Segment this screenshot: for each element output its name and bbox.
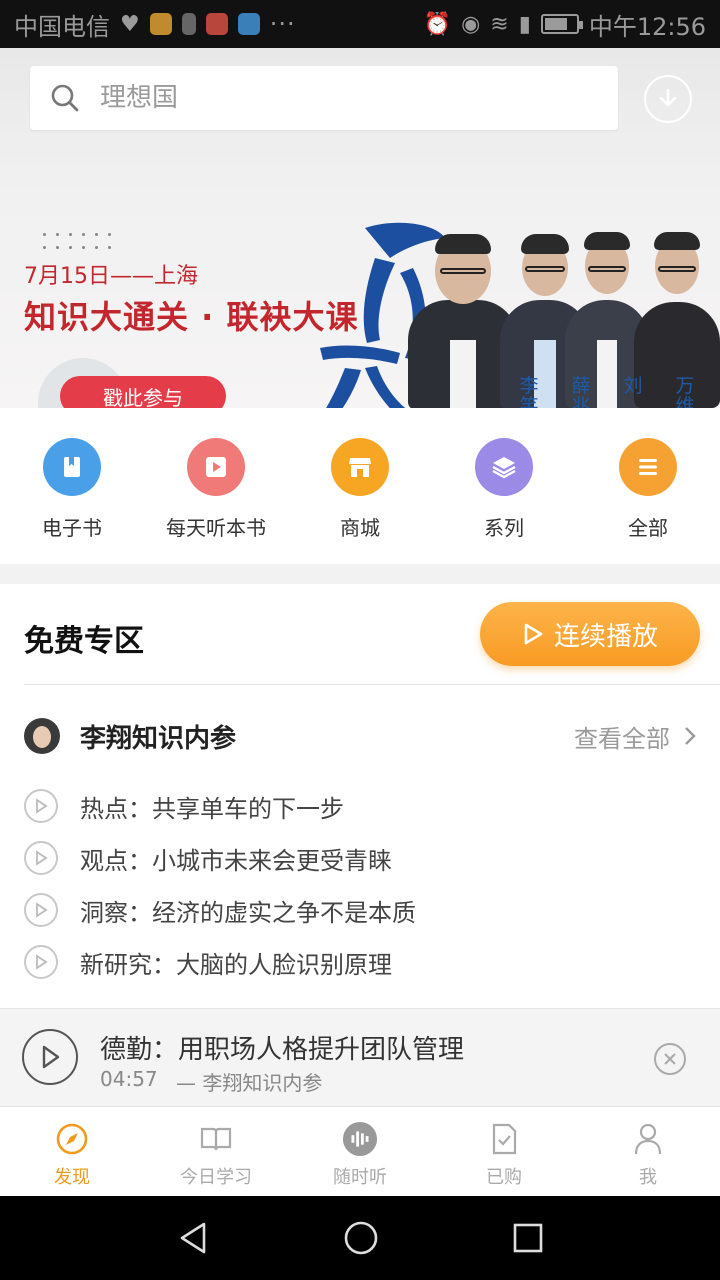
download-icon (659, 88, 677, 107)
ebook-icon (43, 438, 101, 496)
chevron-right-icon (685, 727, 696, 745)
tab-label: 发现 (54, 1167, 90, 1188)
purchased-icon (486, 1121, 522, 1157)
recents-icon[interactable] (512, 1222, 544, 1254)
app-screen: 中国电信 ♥ ··· ⏰ ◉ ≋ ▮ 中午12:56 理想国 7月15日——上海… (0, 0, 720, 1280)
tab-me[interactable]: 我 (576, 1107, 720, 1196)
heart-icon: ♥ (120, 11, 140, 37)
player-close-button[interactable] (654, 1043, 686, 1075)
episode-list: 热点：共享单车的下一步 观点：小城市未来会更受青睐 洞察：经济的虚实之争不是本质… (24, 780, 696, 988)
bottom-tab-bar: 发现 今日学习 随时听 已购 我 (0, 1106, 720, 1196)
alarm-icon: ⏰ (423, 11, 452, 37)
tab-label: 已购 (486, 1167, 522, 1188)
episode-title: 新研究：大脑的人脸识别原理 (80, 950, 392, 979)
player-play-button[interactable] (22, 1029, 78, 1085)
close-icon (664, 1053, 676, 1065)
see-all-label: 查看全部 (574, 724, 670, 753)
play-all-button[interactable]: 连续播放 (480, 602, 700, 666)
audio-wave-icon (342, 1121, 378, 1157)
category-audiobook[interactable]: 每天听本书 (144, 408, 288, 564)
notification-icon (149, 13, 172, 35)
play-circle-icon (24, 789, 58, 823)
category-label: 电子书 (42, 516, 102, 540)
home-icon[interactable] (343, 1220, 379, 1256)
banner-join-button[interactable]: 戳此参与 (60, 376, 226, 408)
store-icon (331, 438, 389, 496)
menu-icon (619, 438, 677, 496)
layers-icon (475, 438, 533, 496)
search-icon (51, 84, 79, 112)
now-playing-duration: 04:57 (100, 1067, 158, 1091)
profile-icon (630, 1121, 666, 1157)
tab-label: 今日学习 (180, 1167, 252, 1188)
speaker-name: 万 维 钢 (675, 375, 695, 408)
eye-icon: ◉ (461, 11, 481, 37)
mini-player[interactable]: 德勤：用职场人格提升团队管理 04:57 — 李翔知识内参 (0, 1008, 720, 1106)
more-notifications: ··· (269, 10, 296, 38)
episode-title: 观点：小城市未来会更受青睐 (80, 846, 392, 875)
speaker-name: 薛 兆 丰 (571, 375, 591, 408)
category-store[interactable]: 商城 (288, 408, 432, 564)
search-bar[interactable] (30, 66, 618, 130)
free-zone-section: 免费专区 连续播放 李翔知识内参 查看全部 热点：共享单车的下一步 观点：小城市… (0, 584, 720, 1010)
play-icon (42, 1045, 60, 1069)
play-circle-icon (24, 945, 58, 979)
column-name: 李翔知识内参 (80, 723, 237, 754)
play-circle-icon (24, 893, 58, 927)
header: 7月15日——上海 知识大通关 · 联袂大课 戳此参与 (0, 48, 720, 408)
tab-discover[interactable]: 发现 (0, 1107, 144, 1196)
category-label: 全部 (628, 516, 668, 540)
signal-icon: ▮ (518, 11, 531, 37)
episode-title: 热点：共享单车的下一步 (80, 794, 344, 823)
list-item[interactable]: 观点：小城市未来会更受青睐 (24, 832, 696, 884)
category-all[interactable]: 全部 (576, 408, 720, 564)
system-navigation-bar (0, 1196, 720, 1280)
carrier-label: 中国电信 (14, 12, 110, 41)
play-all-label: 连续播放 (553, 621, 658, 652)
notification-icon (237, 13, 260, 35)
wifi-icon: ≋ (490, 11, 509, 37)
play-circle-icon (24, 841, 58, 875)
speaker-name: 刘 润 (623, 375, 643, 397)
list-item[interactable]: 热点：共享单车的下一步 (24, 780, 696, 832)
category-label: 每天听本书 (166, 516, 266, 540)
play-icon (524, 623, 543, 645)
now-playing-title: 德勤：用职场人格提升团队管理 (100, 1035, 465, 1065)
avatar (24, 718, 60, 754)
column-header: 李翔知识内参 查看全部 (24, 714, 696, 758)
download-button[interactable] (644, 75, 692, 123)
list-item[interactable]: 洞察：经济的虚实之争不是本质 (24, 884, 696, 936)
notification-icon (205, 13, 228, 35)
category-series[interactable]: 系列 (432, 408, 576, 564)
section-separator (0, 564, 720, 584)
tab-label: 随时听 (333, 1167, 387, 1188)
compass-icon (54, 1121, 90, 1157)
clock: 中午12:56 (588, 12, 706, 41)
episode-title: 洞察：经济的虚实之争不是本质 (80, 898, 416, 927)
tab-listen[interactable]: 随时听 (288, 1107, 432, 1196)
now-playing-source: — 李翔知识内参 (176, 1071, 323, 1095)
speaker-name: 李 笑 来 (519, 375, 539, 408)
divider (24, 684, 720, 685)
back-icon[interactable] (176, 1220, 210, 1256)
tab-today-study[interactable]: 今日学习 (144, 1107, 288, 1196)
battery-icon (540, 14, 583, 34)
book-open-icon (198, 1121, 234, 1157)
see-all-link[interactable]: 查看全部 (574, 719, 696, 754)
list-item[interactable]: 新研究：大脑的人脸识别原理 (24, 936, 696, 988)
category-label: 系列 (484, 516, 524, 540)
section-title: 免费专区 (24, 624, 144, 659)
category-label: 商城 (340, 516, 380, 540)
tab-purchased[interactable]: 已购 (432, 1107, 576, 1196)
status-bar: 中国电信 ♥ ··· ⏰ ◉ ≋ ▮ 中午12:56 (0, 0, 720, 48)
audiobook-icon (187, 438, 245, 496)
category-shortcuts: 电子书 每天听本书 商城 系列 全部 (0, 408, 720, 564)
category-ebook[interactable]: 电子书 (0, 408, 144, 564)
promo-banner[interactable]: 7月15日——上海 知识大通关 · 联袂大课 戳此参与 李 笑 薛 兆 刘 万 … (0, 178, 720, 408)
banner-decoration (38, 228, 118, 254)
notification-icon (181, 13, 196, 35)
banner-date: 7月15日——上海 (24, 264, 198, 289)
search-input[interactable] (100, 83, 560, 113)
tab-label: 我 (639, 1167, 657, 1188)
